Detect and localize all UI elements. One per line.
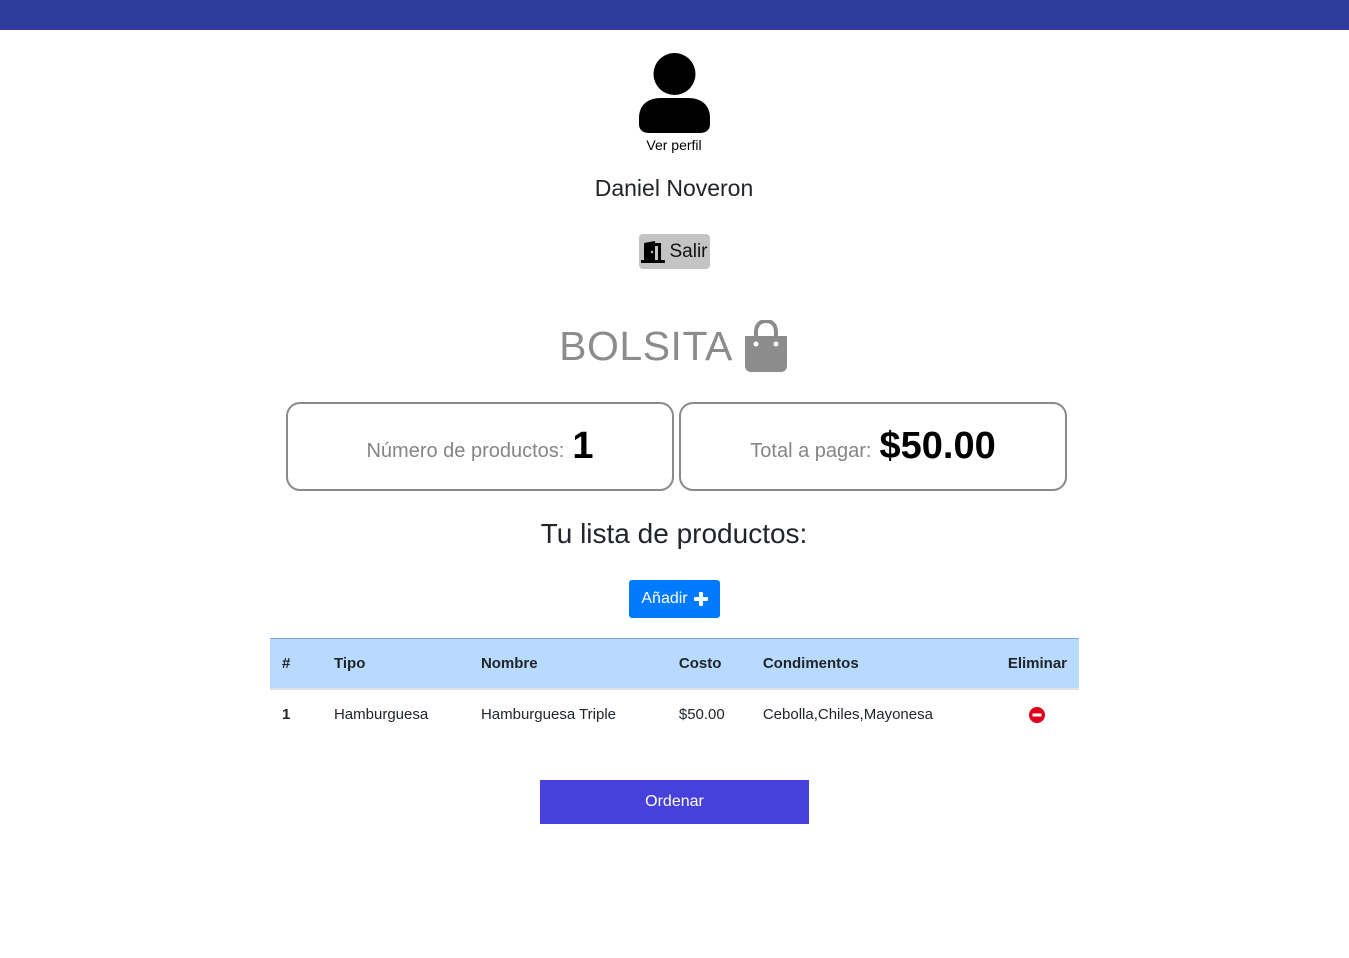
minus-circle-icon[interactable]	[1029, 707, 1046, 724]
product-count-label: Número de productos:	[366, 440, 565, 462]
column-header-cost: Costo	[666, 638, 751, 690]
shopping-bag-icon	[744, 320, 787, 372]
total-label: Total a pagar:	[750, 440, 872, 462]
add-product-button[interactable]: Añadir	[629, 580, 720, 618]
table-row: 1 Hamburguesa Hamburguesa Triple $50.00 …	[270, 689, 1079, 739]
product-count-value: 1	[572, 425, 594, 467]
column-header-name: Nombre	[468, 638, 667, 690]
plus-icon	[693, 592, 708, 606]
user-icon[interactable]	[639, 52, 710, 134]
row-number: 1	[282, 706, 291, 723]
top-navbar	[0, 0, 1349, 30]
order-button[interactable]: Ordenar	[540, 780, 809, 824]
user-name: Daniel Noveron	[594, 175, 754, 201]
bag-heading: BOLSITA	[474, 320, 874, 372]
product-count-card: Número de productos: 1	[286, 402, 674, 491]
row-cost: $50.00	[678, 706, 725, 723]
row-name: Hamburguesa Triple	[480, 706, 617, 723]
column-header-number: #	[270, 638, 322, 690]
column-header-remove: Eliminar	[995, 638, 1079, 690]
logout-label: Salir	[669, 240, 708, 262]
row-type: Hamburguesa	[333, 706, 429, 723]
logout-button[interactable]: Salir	[639, 234, 710, 269]
total-value: $50.00	[879, 425, 996, 467]
view-profile-link[interactable]: Ver perfil	[574, 137, 774, 153]
total-card: Total a pagar: $50.00	[679, 402, 1067, 491]
column-header-type: Tipo	[321, 638, 469, 690]
add-button-label: Añadir	[641, 590, 688, 607]
row-remove-cell	[996, 689, 1079, 739]
bag-title: BOLSITA	[559, 322, 733, 369]
door-exit-icon	[641, 240, 666, 263]
column-header-condiments: Condimentos	[750, 638, 996, 690]
product-list-title: Tu lista de productos:	[540, 518, 808, 549]
products-table: # Tipo Nombre Costo Condimentos Eliminar…	[270, 638, 1079, 739]
table-header-row: # Tipo Nombre Costo Condimentos Eliminar	[270, 638, 1079, 690]
row-condiments: Cebolla,Chiles,Mayonesa	[762, 706, 933, 723]
